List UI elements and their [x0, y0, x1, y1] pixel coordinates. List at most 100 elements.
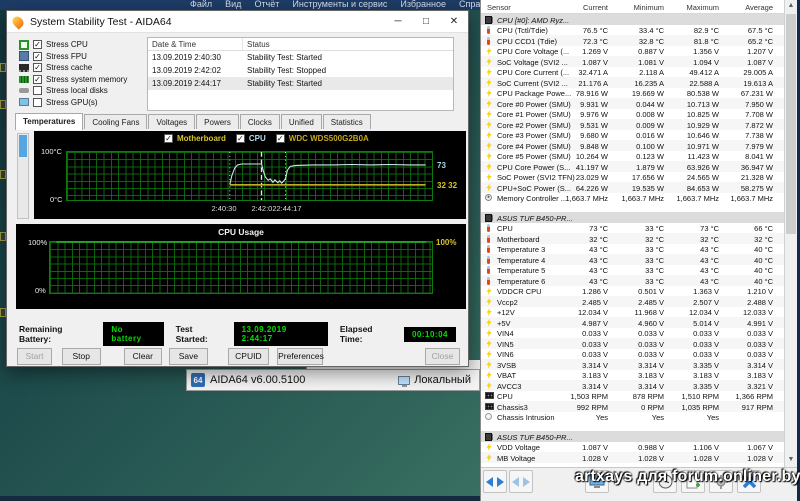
checkbox[interactable]: ✓: [33, 63, 42, 73]
close-button[interactable]: ✕: [440, 11, 468, 32]
checkbox[interactable]: ✓: [33, 51, 42, 61]
clear-button[interactable]: Clear: [123, 348, 163, 365]
sensor-row[interactable]: VDDCR CPU 1.286 V 0.501 V 1.363 V 1.210 V: [481, 286, 785, 296]
sensor-row[interactable]: Temperature 6 43 °C 33 °C 43 °C 40 °C: [481, 275, 785, 286]
sensor-row[interactable]: Temperature 5 43 °C 33 °C 43 °C 40 °C: [481, 265, 785, 275]
menu-item[interactable]: Отчёт: [254, 0, 279, 9]
stop-button[interactable]: Stop: [61, 348, 101, 365]
sensor-value: 33 °C: [645, 245, 664, 254]
sensor-value: 0.033 V: [582, 350, 608, 359]
scrollbar-thumb[interactable]: [19, 135, 27, 157]
sensor-row[interactable]: 3VSB 3.314 V 3.314 V 3.335 V 3.314 V: [481, 359, 785, 370]
sensor-value: 0.033 V: [747, 350, 773, 359]
sensor-row[interactable]: Chassis Intrusion Yes Yes Yes: [481, 412, 785, 422]
save-button[interactable]: Save: [169, 348, 208, 365]
sensor-row[interactable]: VIN4 0.033 V 0.033 V 0.033 V 0.033 V: [481, 328, 785, 338]
sensor-row[interactable]: VDD Voltage 1.087 V 0.988 V 1.106 V 1.067 V: [481, 442, 785, 452]
legend-checkbox[interactable]: ✓: [275, 134, 285, 143]
sensor-row[interactable]: CPU Core Voltage (... 1.269 V 0.887 V 1.356…: [481, 46, 785, 56]
scroll-up-icon[interactable]: ▲: [785, 0, 797, 12]
sensor-row[interactable]: Core #0 Power (SMU) 9.931 W 0.044 W 10.713 …: [481, 98, 785, 109]
menu-item[interactable]: Справка: [459, 0, 480, 9]
column-header-current[interactable]: Current: [583, 3, 608, 12]
xtick-label: 2:42:02: [251, 204, 277, 213]
sensor-row[interactable]: CPU Package Powe... 78.916 W 19.669 W 80.53…: [481, 88, 785, 98]
sensor-row[interactable]: CPU 73 °C 33 °C 73 °C 66 °C: [481, 223, 785, 233]
sensor-value: 1.363 V: [693, 287, 719, 296]
sensor-row[interactable]: Memory Controller ... 1,663.7 MHz 1,663.7 …: [481, 193, 785, 203]
column-header-maximum[interactable]: Maximum: [686, 3, 719, 12]
sensor-section-row[interactable]: ASUS TUF B450-PR...: [481, 431, 785, 442]
sensor-row[interactable]: Temperature 4 43 °C 33 °C 43 °C 40 °C: [481, 254, 785, 265]
column-header-sensor[interactable]: Sensor: [487, 3, 511, 12]
log-row[interactable]: 13.09.2019 2:44:17 Stability Test: Starte…: [148, 77, 453, 90]
temp-icon: [487, 26, 490, 34]
title-bar[interactable]: System Stability Test - AIDA64 ─ □ ✕: [7, 11, 468, 33]
scroll-down-icon[interactable]: ▼: [785, 454, 797, 466]
sensor-value: 1,035 RPM: [681, 402, 719, 412]
preferences-button[interactable]: Preferences: [277, 348, 324, 365]
sensor-name: Vccp2: [497, 297, 518, 307]
sensor-section-row[interactable]: CPU [#0]: AMD Ryz...: [481, 14, 785, 25]
sensor-row[interactable]: CPU Core Current (... 32.471 A 2.118 A 49.4…: [481, 67, 785, 77]
tab-voltages[interactable]: Voltages: [148, 114, 196, 129]
sensor-row[interactable]: CPU (Tctl/Tdie) 76.5 °C 33.4 °C 82.9 °C 67.5…: [481, 25, 785, 35]
tab-statistics[interactable]: Statistics: [322, 114, 371, 129]
tab-cooling-fans[interactable]: Cooling Fans: [84, 114, 148, 129]
sensor-row[interactable]: VIN6 0.033 V 0.033 V 0.033 V 0.033 V: [481, 349, 785, 359]
sensor-row[interactable]: AVCC3 3.314 V 3.314 V 3.335 V 3.321 V: [481, 380, 785, 391]
sensor-value: 7.950 W: [745, 99, 773, 109]
column-header-minimum[interactable]: Minimum: [634, 3, 664, 12]
sensor-row[interactable]: +12V 12.034 V 11.968 V 12.034 V 12.033 V: [481, 307, 785, 317]
sensor-row[interactable]: Chassis3 992 RPM 0 RPM 1,035 RPM 917 RPM: [481, 401, 785, 412]
sensor-row[interactable]: +5V 4.987 V 4.960 V 5.014 V 4.991 V: [481, 317, 785, 328]
cpuid-button[interactable]: CPUID: [227, 348, 270, 365]
sensor-row[interactable]: Core #2 Power (SMU) 9.531 W 0.009 W 10.929 …: [481, 119, 785, 130]
sensor-row[interactable]: VIN5 0.033 V 0.033 V 0.033 V 0.033 V: [481, 338, 785, 349]
checkbox[interactable]: [33, 86, 42, 96]
menu-item[interactable]: Вид: [225, 0, 241, 9]
sensor-row[interactable]: Core #4 Power (SMU) 9.848 W 0.100 W 10.971 …: [481, 140, 785, 151]
sensor-row[interactable]: MB Voltage 1.028 V 1.028 V 1.028 V 1.028 V: [481, 452, 785, 463]
volt-icon: [486, 339, 492, 348]
sensor-row[interactable]: CPU Core Power (S... 41.197 W 1.879 W 63.92…: [481, 161, 785, 172]
test-log-table[interactable]: Date & Time Status 13.09.2019 2:40:30 Stab…: [147, 37, 454, 111]
sensor-row[interactable]: SoC Voltage (SVI2 ... 1.087 V 1.081 V 1.094…: [481, 56, 785, 67]
tab-clocks[interactable]: Clocks: [239, 114, 280, 129]
chart-zoom-scrollbar[interactable]: [17, 133, 29, 219]
legend-checkbox[interactable]: ✓: [235, 134, 245, 143]
sensor-row[interactable]: CPU 1,503 RPM 878 RPM 1,510 RPM 1,366 RPM: [481, 391, 785, 401]
nav-back-forward-disabled-button[interactable]: [509, 470, 533, 493]
sensor-row[interactable]: VBAT 3.183 V 3.183 V 3.183 V 3.183 V: [481, 370, 785, 380]
tab-unified[interactable]: Unified: [280, 114, 322, 129]
menu-item[interactable]: Файл: [190, 0, 212, 9]
menu-item[interactable]: Инструменты и сервис: [292, 0, 387, 9]
tab-temperatures[interactable]: Temperatures: [15, 113, 84, 130]
log-row[interactable]: 13.09.2019 2:40:30 Stability Test: Starte…: [148, 51, 453, 64]
sensor-section-row[interactable]: ASUS TUF B450-PR...: [481, 212, 785, 223]
minimize-button[interactable]: ─: [384, 11, 412, 32]
sensor-row[interactable]: CPU CCD1 (Tdie) 72.3 °C 32.8 °C 81.8 °C 65.2…: [481, 35, 785, 46]
log-row[interactable]: 13.09.2019 2:42:02 Stability Test: Stoppe…: [148, 64, 453, 77]
tab-powers[interactable]: Powers: [196, 114, 239, 129]
checkbox[interactable]: ✓: [33, 74, 42, 84]
nav-back-forward-button[interactable]: [483, 470, 507, 493]
sensor-row[interactable]: CPU+SoC Power (S... 64.226 W 19.535 W 84.65…: [481, 182, 785, 193]
sensor-row[interactable]: SoC Power (SVI2 TFN) 23.029 W 17.656 W 24.5…: [481, 172, 785, 182]
sensor-row[interactable]: Vccp2 2.485 V 2.485 V 2.507 V 2.488 V: [481, 296, 785, 307]
scrollbar-thumb[interactable]: [786, 14, 796, 234]
column-header-average[interactable]: Average: [745, 3, 773, 12]
sensor-scrollbar[interactable]: ▲ ▼: [784, 0, 797, 467]
checkbox[interactable]: [33, 97, 42, 107]
legend-checkbox[interactable]: ✓: [164, 134, 173, 143]
sensor-row[interactable]: Motherboard 32 °C 32 °C 32 °C 32 °C: [481, 233, 785, 244]
checkbox[interactable]: ✓: [33, 40, 42, 50]
menu-item[interactable]: Избранное: [400, 0, 446, 9]
sensor-row[interactable]: Temperature 3 43 °C 33 °C 43 °C 40 °C: [481, 244, 785, 254]
sensor-row[interactable]: Core #1 Power (SMU) 9.976 W 0.008 W 10.825 …: [481, 109, 785, 119]
sensor-row[interactable]: Core #3 Power (SMU) 9.680 W 0.016 W 10.646 …: [481, 130, 785, 140]
sensor-row[interactable]: SoC Current (SVI2 ... 21.176 A 16.235 A 22.…: [481, 77, 785, 88]
sensor-row[interactable]: Core #5 Power (SMU) 10.264 W 0.123 W 11.423…: [481, 151, 785, 161]
sensor-value: 33.4 °C: [638, 26, 664, 35]
maximize-button[interactable]: □: [412, 11, 440, 32]
